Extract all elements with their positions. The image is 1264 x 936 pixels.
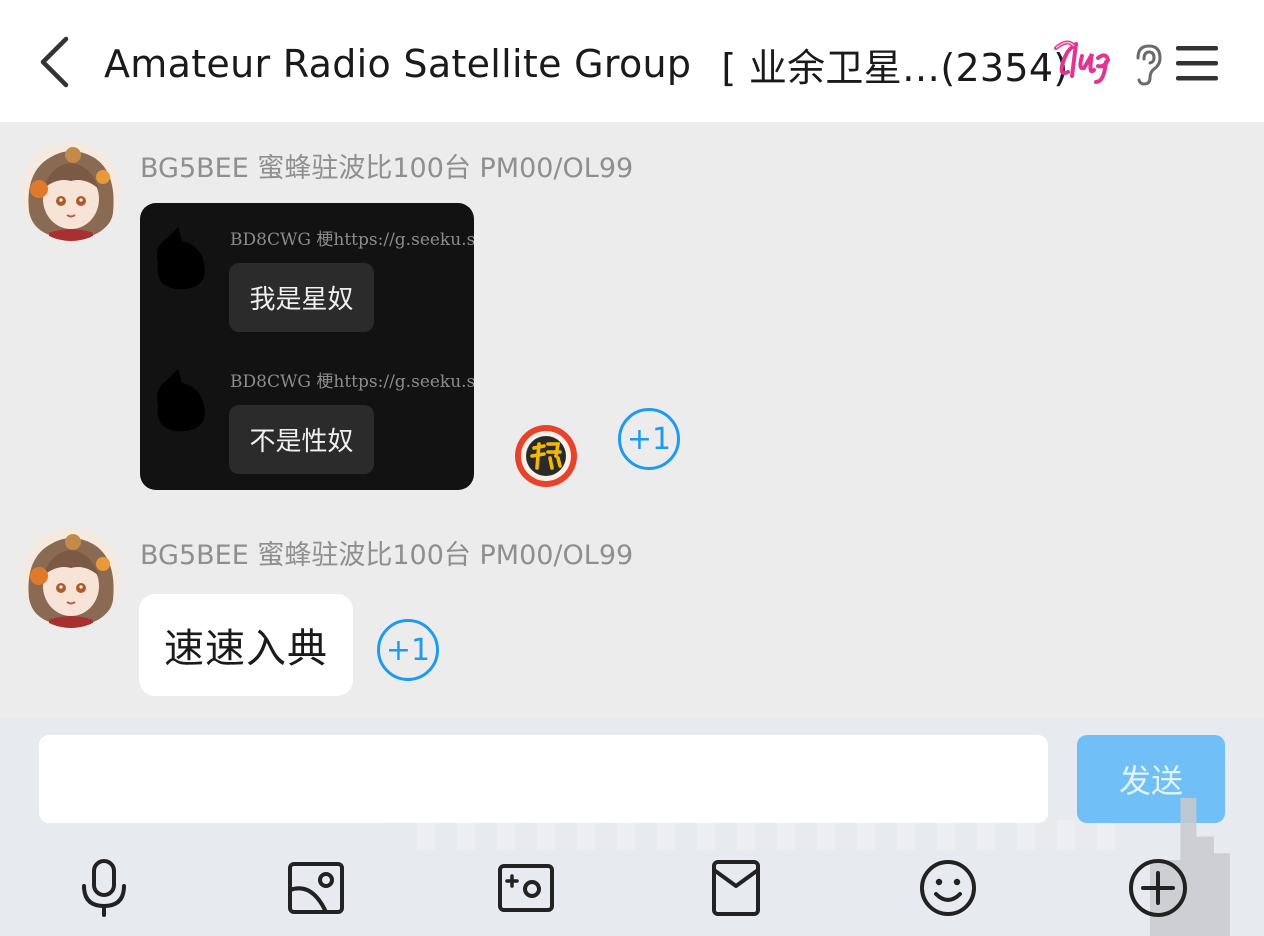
camera-icon <box>498 864 554 912</box>
menu-icon <box>1176 46 1218 81</box>
back-button[interactable] <box>28 30 80 94</box>
camera-button[interactable] <box>494 856 558 920</box>
input-bar: 发送 <box>0 718 1264 936</box>
silhouette-avatar-icon <box>157 227 205 290</box>
voice-button[interactable] <box>72 856 136 920</box>
text-message[interactable]: 速速入典 <box>139 594 353 696</box>
avatar[interactable] <box>21 141 121 241</box>
menu-button[interactable] <box>1172 40 1222 86</box>
chevron-left-icon <box>40 36 69 88</box>
send-button[interactable]: 发送 <box>1077 735 1225 823</box>
message-input[interactable] <box>39 735 1048 823</box>
image-icon <box>288 862 344 914</box>
quoted-bubble: 我是星奴 <box>229 263 374 332</box>
plus-one-button[interactable]: +1 <box>618 408 680 470</box>
sender-name: BG5BEE 蜜蜂驻波比100台 PM00/OL99 <box>140 153 634 184</box>
avatar[interactable] <box>21 528 121 628</box>
red-packet-icon <box>712 860 760 916</box>
silhouette-avatar-icon <box>157 369 205 432</box>
red-packet-button[interactable] <box>704 856 768 920</box>
plus-icon <box>1129 859 1187 917</box>
lv-badge-icon <box>1048 36 1120 88</box>
image-message[interactable]: BD8CWG 梗https://g.seeku.si 我是星奴 BD8CWG 梗… <box>140 203 474 490</box>
overlay-ghost <box>395 820 1115 850</box>
more-button[interactable] <box>1126 856 1190 920</box>
sender-name: BG5BEE 蜜蜂驻波比100台 PM00/OL99 <box>140 540 634 571</box>
emoji-icon <box>920 860 976 916</box>
group-name-suffix: [ 业余卫星…(2354) <box>721 45 1069 90</box>
chat-header: Amateur Radio Satellite Group [ 业余卫星…(23… <box>0 0 1264 122</box>
quoted-sender: BD8CWG 梗https://g.seeku.si <box>230 372 474 392</box>
photo-button[interactable] <box>284 856 348 920</box>
sticker-icon[interactable] <box>512 422 580 490</box>
emoji-button[interactable] <box>916 856 980 920</box>
quoted-sender: BD8CWG 梗https://g.seeku.si <box>230 230 474 250</box>
mic-icon <box>82 859 126 917</box>
chat-title[interactable]: Amateur Radio Satellite Group [ 业余卫星…(23… <box>104 36 1069 92</box>
group-name: Amateur Radio Satellite Group <box>104 42 692 86</box>
plus-one-button[interactable]: +1 <box>377 619 439 681</box>
quoted-bubble: 不是性奴 <box>229 405 374 474</box>
ear-icon[interactable] <box>1128 40 1168 88</box>
